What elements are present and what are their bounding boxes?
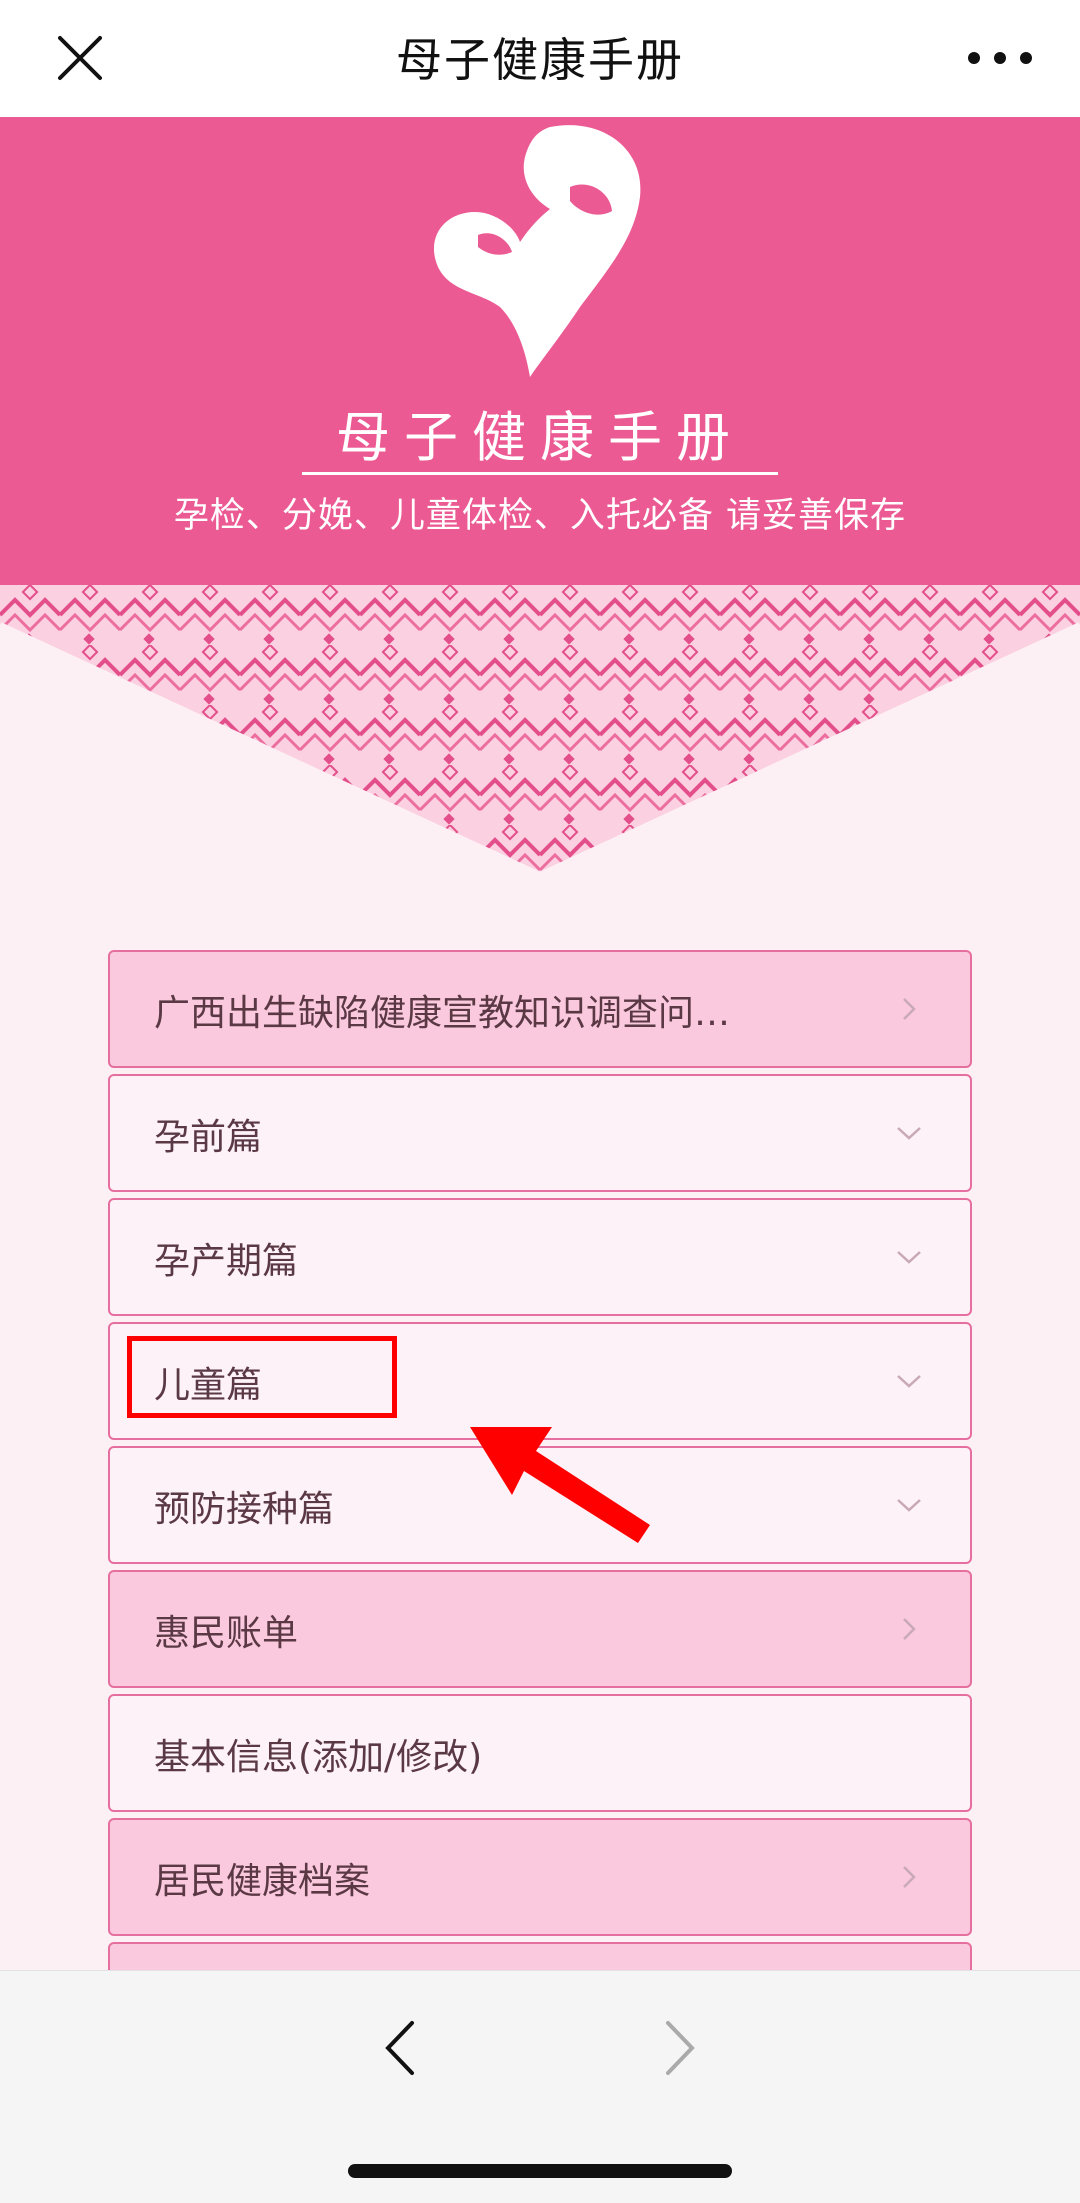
menu-item-children[interactable]: 儿童篇 [108, 1322, 972, 1440]
app-title: 母子健康手册 [336, 406, 744, 469]
chevron-down-icon [894, 1118, 924, 1148]
menu-item-label: 预防接种篇 [154, 1489, 335, 1530]
mother-child-logo-icon [420, 117, 660, 387]
menu-item-bill[interactable]: 惠民账单 [108, 1570, 972, 1688]
chevron-down-icon [894, 1366, 924, 1396]
menu-item-label: 儿童篇 [154, 1365, 263, 1406]
menu-item-label: 广西出生缺陷健康宣教知识调查问… [154, 993, 731, 1034]
menu-item-pregnancy[interactable]: 孕产期篇 [108, 1198, 972, 1316]
menu-item-health-record[interactable]: 居民健康档案 [108, 1818, 972, 1936]
chevron-right-icon [894, 1862, 924, 1892]
chevron-down-icon [894, 1242, 924, 1272]
menu-item-label: 孕产期篇 [154, 1241, 299, 1282]
window-title: 母子健康手册 [396, 33, 684, 87]
menu-item-label: 居民健康档案 [154, 1861, 371, 1902]
chevron-left-icon[interactable] [370, 2013, 430, 2083]
chevron-right-icon [894, 1614, 924, 1644]
menu-item-basic-info[interactable]: 基本信息(添加/修改) [108, 1694, 972, 1812]
chevron-right-icon [894, 994, 924, 1024]
more-options-icon[interactable] [960, 38, 1040, 78]
header-subtitle: 孕检、分娩、儿童体检、入托必备 请妥善保存 [173, 496, 907, 536]
menu-item-survey[interactable]: 广西出生缺陷健康宣教知识调查问… [108, 950, 972, 1068]
chevron-down-icon [894, 1490, 924, 1520]
top-navigation-bar: 母子健康手册 [0, 0, 1080, 117]
home-indicator[interactable] [348, 2164, 732, 2178]
menu-item-label: 基本信息(添加/修改) [154, 1737, 483, 1778]
title-divider [302, 472, 778, 475]
menu-item-label: 孕前篇 [154, 1117, 263, 1158]
section-menu: 广西出生缺陷健康宣教知识调查问… 孕前篇 孕产期篇 儿童篇 预防接种篇 惠民账单 [108, 950, 972, 1988]
menu-item-pre-pregnancy[interactable]: 孕前篇 [108, 1074, 972, 1192]
menu-item-label: 惠民账单 [154, 1613, 299, 1654]
chevron-right-icon [650, 2013, 710, 2083]
menu-item-vaccination[interactable]: 预防接种篇 [108, 1446, 972, 1564]
decorative-pattern [0, 585, 1080, 879]
header-banner: 母子健康手册 孕检、分娩、儿童体检、入托必备 请妥善保存 [0, 117, 1080, 585]
